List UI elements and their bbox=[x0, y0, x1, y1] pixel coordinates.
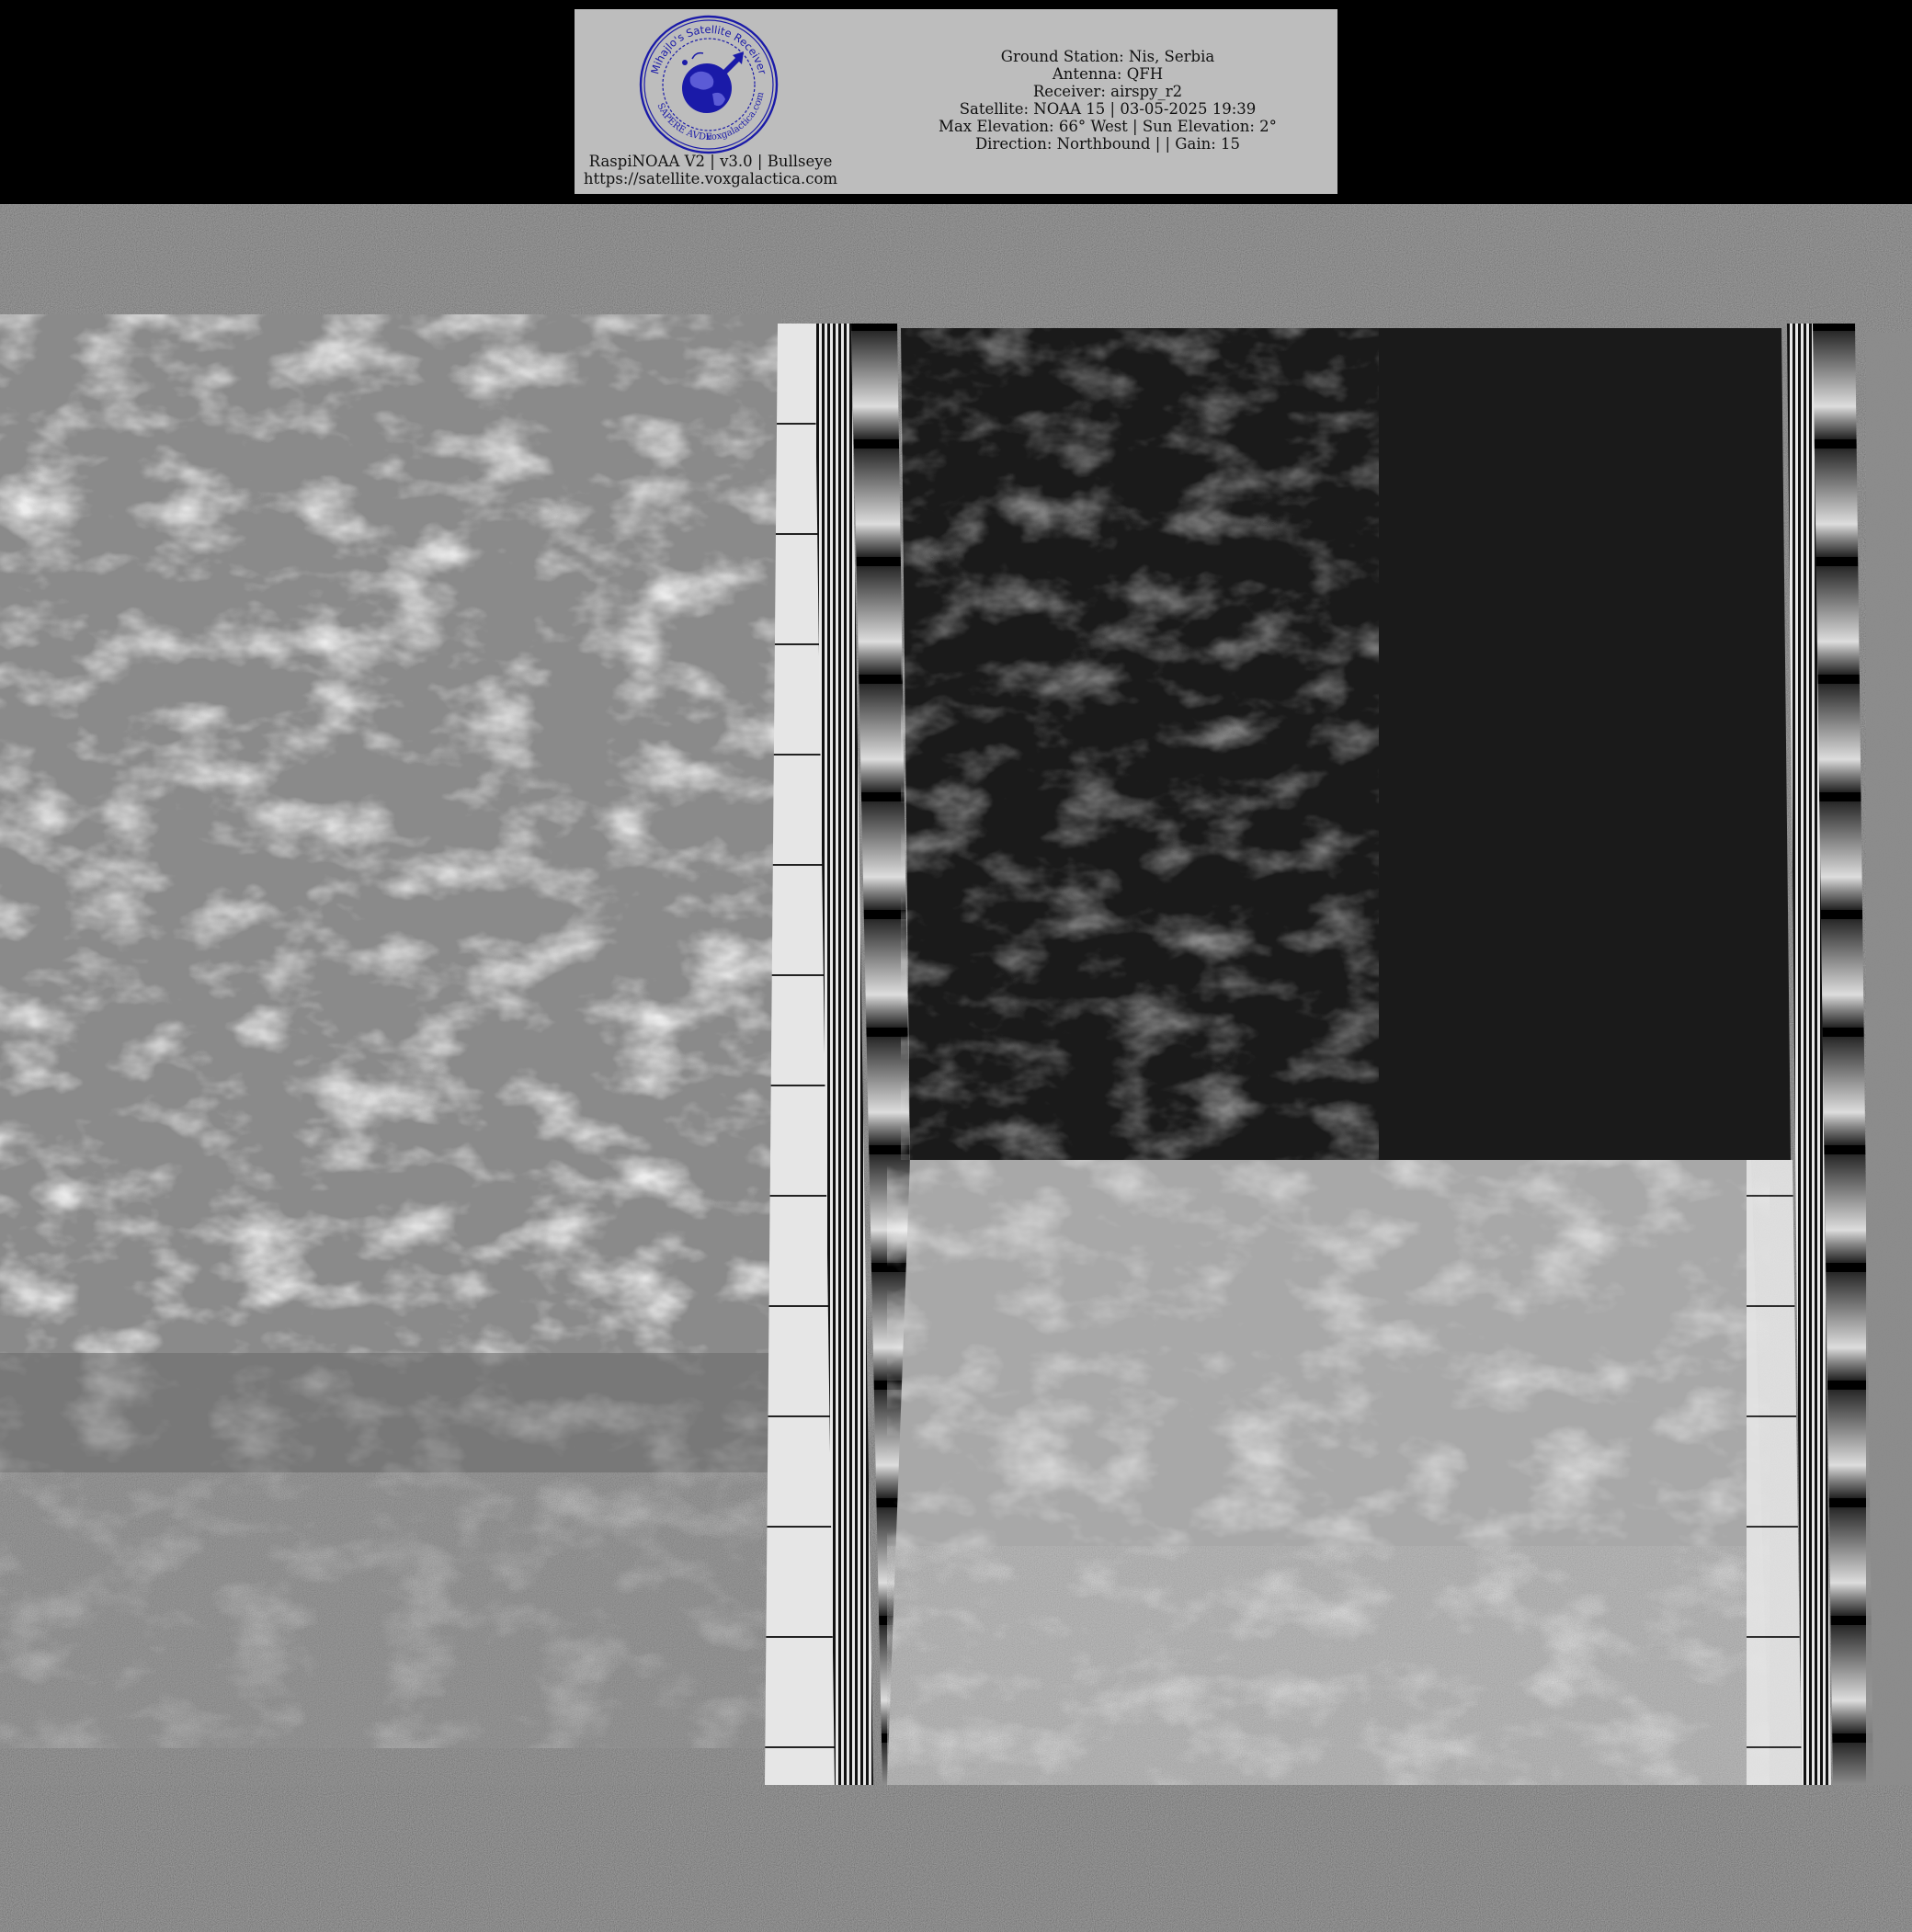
receiver-line: Receiver: airspy_r2 bbox=[1032, 83, 1183, 100]
visible-channel bbox=[887, 328, 1802, 1785]
elevation-line: Max Elevation: 66° West | Sun Elevation:… bbox=[939, 118, 1277, 135]
antenna-line: Antenna: QFH bbox=[1052, 65, 1164, 83]
software-version-line: RaspiNOAA V2 | v3.0 | Bullseye bbox=[588, 153, 833, 170]
satellite-line: Satellite: NOAA 15 | 03-05-2025 19:39 bbox=[959, 100, 1257, 118]
receiver-seal-logo: Mihajlo's Satellite Receiver SAPERE AVDE… bbox=[639, 15, 779, 154]
station-info: Ground Station: Nis, Serbia Antenna: QFH… bbox=[878, 48, 1337, 153]
software-info: RaspiNOAA V2 | v3.0 | Bullseye https://s… bbox=[575, 153, 847, 188]
direction-line: Direction: Northbound | | Gain: 15 bbox=[974, 135, 1241, 153]
satellite-image bbox=[0, 204, 1912, 1932]
apt-image-canvas bbox=[0, 204, 1912, 1932]
pass-info-panel: Mihajlo's Satellite Receiver SAPERE AVDE… bbox=[575, 9, 1337, 194]
header-band: Mihajlo's Satellite Receiver SAPERE AVDE… bbox=[0, 0, 1912, 204]
infrared-channel bbox=[0, 314, 781, 1748]
website-url-line: https://satellite.voxgalactica.com bbox=[583, 170, 838, 188]
ground-station-line: Ground Station: Nis, Serbia bbox=[1000, 48, 1215, 65]
